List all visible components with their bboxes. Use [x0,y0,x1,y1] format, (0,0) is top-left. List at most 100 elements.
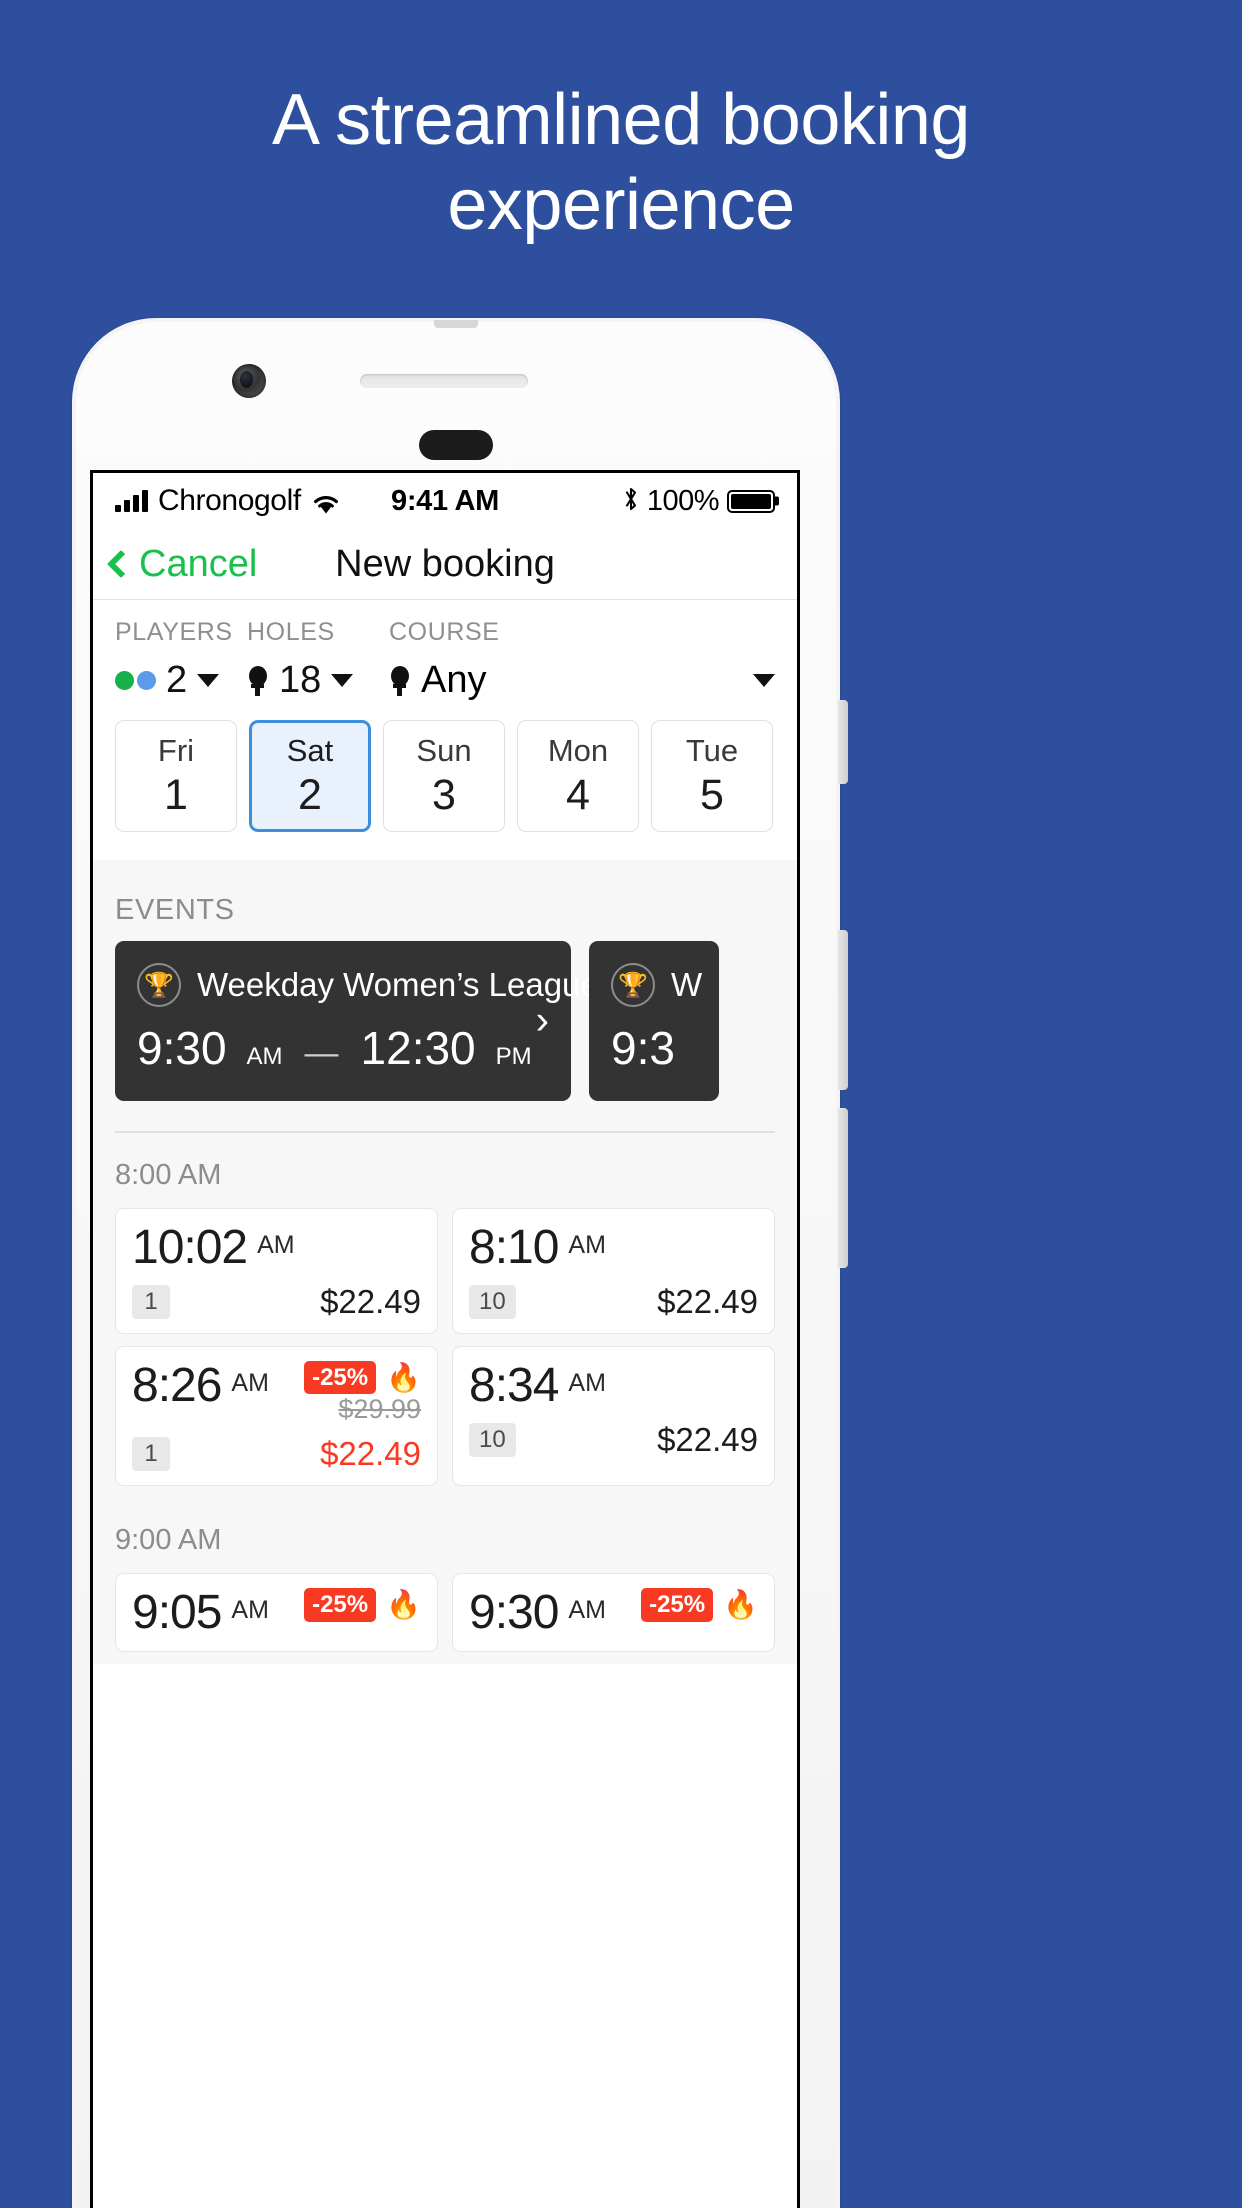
event-end-ampm: PM [495,1043,532,1070]
tee-time-slot[interactable]: 8:26 AM -25% 🔥 $29.99 1 $22.49 [115,1345,438,1487]
date-card-fri[interactable]: Fri 1 [115,720,237,832]
event-card[interactable]: 🏆 W 9:3 [589,941,719,1101]
slot-time: 8:26 [132,1358,222,1412]
carrier-label: Chronogolf [158,484,301,517]
cancel-label: Cancel [139,542,258,585]
slot-time: 8:34 [469,1358,559,1412]
date-day: 4 [566,770,590,819]
slot-price: $22.49 [657,1282,758,1320]
battery-percent: 100% [646,484,720,517]
wifi-icon [311,490,341,514]
cancel-button[interactable]: Cancel [106,542,258,586]
phone-screen: Chronogolf 9:41 AM 100% Cancel New booki… [90,470,800,2208]
flame-icon: 🔥 [723,1589,758,1621]
page-title: A streamlined booking experience [272,80,970,245]
event-end-time: 12:30 [360,1022,476,1074]
tee-time-slot[interactable]: 8:34 AM 10 $22.49 [452,1345,775,1487]
slot-holes-tag: 10 [469,1284,516,1319]
discount-badge: -25% [641,1588,714,1623]
phone-button-volume-down [838,1108,848,1268]
chevron-down-icon [331,674,354,687]
slot-ampm: AM [568,1230,606,1259]
date-dow: Tue [685,732,739,768]
tee-time-row: 9:05 AM -25% 🔥 9:30 AM -25% 🔥 [93,1573,797,1663]
course-label: COURSE [389,618,500,646]
chevron-left-icon [106,549,136,579]
golf-tee-icon [247,665,269,696]
discount-badge: -25% [304,1360,377,1395]
holes-label: HOLES [247,618,335,646]
events-section-label: EVENTS [115,894,235,926]
filters-section: PLAYERS 2 HOLES 18 COURSE Any Fri 1 Sat … [93,599,797,860]
phone-notch [419,430,493,460]
golf-tee-icon [389,665,411,696]
phone-top-sensor [434,320,478,328]
flame-icon: 🔥 [386,1589,421,1621]
phone-mockup: Chronogolf 9:41 AM 100% Cancel New booki… [72,318,848,2208]
phone-button-volume-up [838,930,848,1090]
events-carousel[interactable]: 🏆 Weekday Women’s League 9:30 AM — 12:30… [93,941,797,1101]
navigation-bar: Cancel New booking [93,529,797,599]
trophy-icon: 🏆 [611,963,655,1007]
date-day: 3 [432,770,456,819]
signal-icon [115,490,148,512]
tee-time-slot[interactable]: 9:30 AM -25% 🔥 [452,1573,775,1652]
tee-time-row: 8:26 AM -25% 🔥 $29.99 1 $22.49 8:34 AM 1… [93,1345,797,1499]
trophy-icon: 🏆 [137,963,181,1007]
players-value: 2 [166,659,188,701]
slot-old-price: $29.99 [338,1394,421,1425]
date-dow: Mon [547,732,609,768]
slot-time: 10:02 [132,1220,248,1274]
event-start-time: 9:30 [137,1022,227,1074]
slot-time: 8:10 [469,1220,559,1274]
slot-time: 9:30 [469,1586,559,1640]
date-day: 5 [700,770,724,819]
status-time: 9:41 AM [390,484,500,517]
status-bar: Chronogolf 9:41 AM 100% [93,473,797,529]
event-start-ampm: AM [246,1043,283,1070]
tee-time-slot[interactable]: 8:10 AM 10 $22.49 [452,1207,775,1334]
slot-ampm: AM [568,1596,606,1625]
date-card-mon[interactable]: Mon 4 [517,720,639,832]
filter-holes[interactable]: HOLES 18 [247,618,389,702]
earpiece-speaker [360,374,528,388]
slot-ampm: AM [231,1596,269,1625]
date-selector[interactable]: Fri 1 Sat 2 Sun 3 Mon 4 Tue 5 [93,702,797,854]
slot-price: $22.49 [320,1435,421,1473]
tee-time-hour-label: 9:00 AM [115,1524,222,1557]
tee-time-slot[interactable]: 10:02 AM 1 $22.49 [115,1207,438,1334]
content-area: EVENTS 🏆 Weekday Women’s League 9:30 AM … [93,860,797,1664]
date-dow: Fri [157,732,195,768]
chevron-right-icon[interactable]: › [536,999,549,1044]
tee-time-slot[interactable]: 9:05 AM -25% 🔥 [115,1573,438,1652]
filter-players[interactable]: PLAYERS 2 [115,618,247,702]
event-name: W [671,966,703,1003]
date-card-sat[interactable]: Sat 2 [249,720,371,832]
battery-icon [727,489,775,513]
players-label: PLAYERS [115,618,233,646]
players-dots-icon [115,671,156,690]
date-card-tue[interactable]: Tue 5 [651,720,773,832]
discount-badge: -25% [304,1588,377,1623]
chevron-down-icon [753,674,775,687]
slot-price: $22.49 [657,1421,758,1459]
tee-time-hour-label: 8:00 AM [115,1158,222,1191]
slot-holes-tag: 1 [132,1284,170,1319]
filter-course[interactable]: COURSE Any [389,618,775,702]
slot-ampm: AM [568,1368,606,1397]
date-card-sun[interactable]: Sun 3 [383,720,505,832]
flame-icon: 🔥 [386,1361,421,1393]
slot-holes-tag: 10 [469,1423,516,1458]
slot-time: 9:05 [132,1586,222,1640]
slot-ampm: AM [231,1368,269,1397]
date-dow: Sun [416,732,472,768]
event-start-time: 9:3 [611,1022,675,1074]
tee-time-row: 10:02 AM 1 $22.49 8:10 AM 10 $22.49 [93,1207,797,1346]
phone-button-mute [838,700,848,784]
holes-value: 18 [279,659,322,701]
date-dow: Sat [286,732,334,768]
event-card[interactable]: 🏆 Weekday Women’s League 9:30 AM — 12:30… [115,941,599,1101]
date-day: 1 [164,770,188,819]
bluetooth-icon [623,486,639,517]
slot-ampm: AM [257,1230,295,1259]
